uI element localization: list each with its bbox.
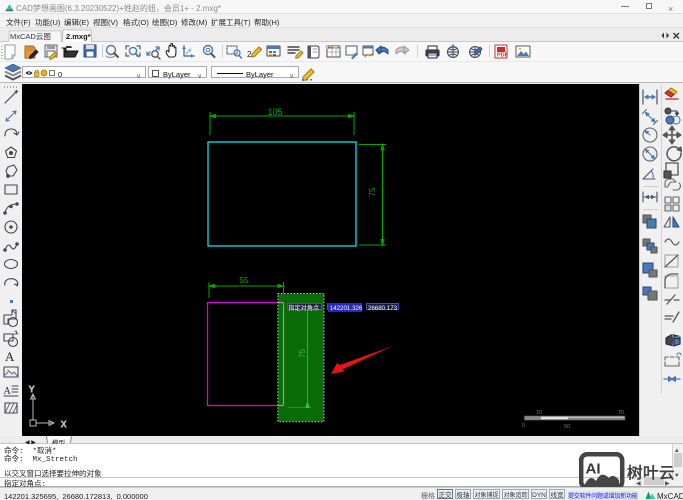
svg-text:A: A <box>4 386 12 397</box>
svg-text:10: 10 <box>536 410 542 416</box>
svg-text:AI: AI <box>586 461 601 478</box>
svg-text:55: 55 <box>239 275 249 285</box>
svg-text:50: 50 <box>564 424 570 430</box>
svg-text:A: A <box>5 349 15 364</box>
svg-text:75: 75 <box>368 187 377 196</box>
svg-text:75: 75 <box>298 349 307 358</box>
svg-text:70: 70 <box>618 410 624 416</box>
svg-text:105: 105 <box>267 107 282 117</box>
svg-text:0: 0 <box>522 423 525 429</box>
svg-text:X: X <box>61 420 67 429</box>
svg-text:2: 2 <box>247 50 252 59</box>
svg-text:Y: Y <box>29 385 35 394</box>
svg-text:PDF: PDF <box>497 53 509 59</box>
